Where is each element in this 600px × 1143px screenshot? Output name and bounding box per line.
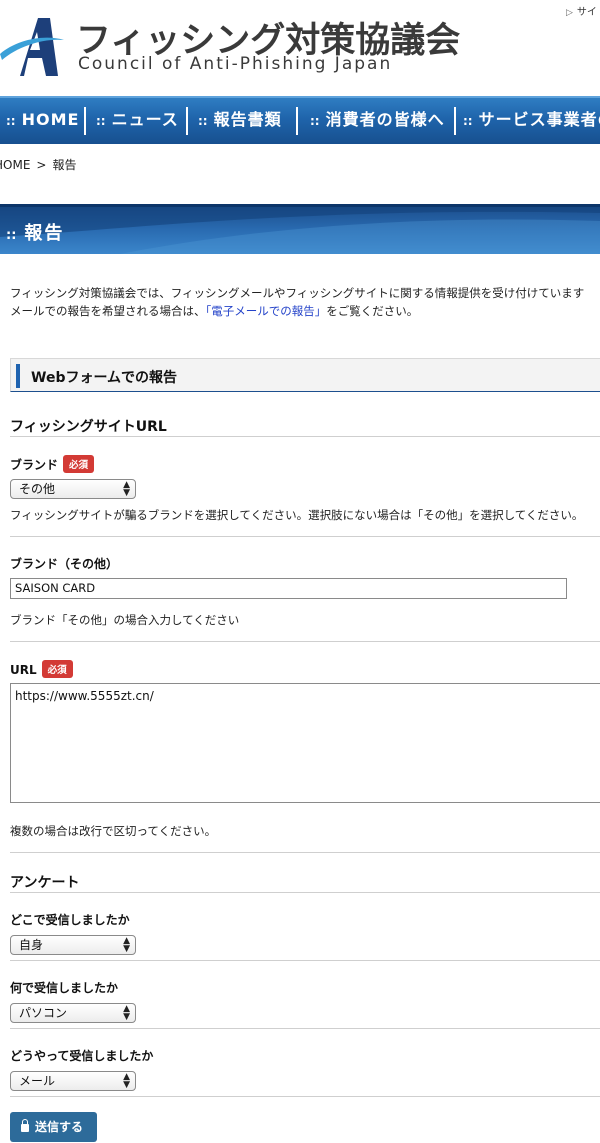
global-nav: :: HOME :: ニュース :: 報告書類 :: 消費者の皆様へ :: サービス事業者… [0,96,600,144]
url-label: URL 必須 [10,660,73,678]
nav-item-reports[interactable]: :: 報告書類 [198,98,282,144]
select-arrows-icon: ▲ ▼ [123,1004,130,1022]
nav-item-home[interactable]: :: HOME [6,98,79,144]
site-header: フィッシング対策協議会 Council of Anti-Phishing Jap… [0,0,600,96]
nav-item-label: 消費者の皆様へ [325,110,445,129]
nav-item-consumers[interactable]: :: 消費者の皆様へ [310,98,445,144]
where-received-select[interactable]: 自身 ▲ ▼ [10,935,136,955]
nav-divider [186,107,188,135]
how-received-select[interactable]: メール ▲ ▼ [10,1071,136,1091]
nav-item-label: 報告書類 [213,110,282,129]
brand-other-help: ブランド「その他」の場合入力してください [10,613,240,627]
nav-item-label: ニュース [111,110,179,129]
page-title-bar: :: 報告 [0,204,600,254]
lock-icon [21,1119,29,1132]
page-title: :: 報告 [6,219,64,245]
divider [10,1028,600,1029]
where-received-label: どこで受信しましたか [10,913,130,927]
how-received-label: どうやって受信しましたか [10,1049,154,1063]
brand-other-label: ブランド（その他） [10,557,119,571]
submit-button-label: 送信する [35,1120,84,1134]
email-report-link[interactable]: 「電子メールでの報告」 [206,304,327,318]
divider [10,536,600,537]
org-name-en[interactable]: Council of Anti-Phishing Japan [78,54,392,74]
brand-select-value: その他 [19,482,56,496]
divider [10,641,600,642]
url-label-text: URL [10,663,37,677]
triangle-right-icon: ▷ [566,8,573,18]
section-accent-bar [16,364,20,388]
brand-label: ブランド 必須 [10,455,95,473]
select-arrows-icon: ▲ ▼ [123,1072,130,1090]
survey-heading: アンケート [10,875,80,891]
divider [10,852,600,853]
where-received-value: 自身 [19,938,44,952]
required-badge: 必須 [63,455,95,473]
apc-a-logo-icon[interactable] [0,14,64,78]
intro-line-1: フィッシング対策協議会では、フィッシングメールやフィッシングサイトに関する情報提… [10,286,585,300]
title-bullet-icon: :: [6,228,17,243]
device-select-value: パソコン [19,1006,68,1020]
nav-item-providers[interactable]: ::サービス事業者の [463,98,600,144]
breadcrumb-current: 報告 [52,158,77,172]
nav-bullet-icon: :: [198,114,208,128]
brand-help: フィッシングサイトが騙るブランドを選択してください。選択肢にない場合は「その他」… [10,508,584,522]
intro-line-2: メールでの報告を希望される場合は、「電子メールでの報告」をご覧ください。 [10,302,600,320]
intro-text: フィッシング対策協議会では、フィッシングメールやフィッシングサイトに関する情報提… [10,284,600,320]
breadcrumb: HOME > 報告 [0,156,76,173]
brand-select[interactable]: その他 ▲ ▼ [10,479,136,499]
how-received-value: メール [19,1074,56,1088]
breadcrumb-home[interactable]: HOME [0,158,30,172]
page-title-label: 報告 [24,223,65,244]
nav-bullet-icon: :: [463,114,473,128]
nav-item-label: HOME [21,110,80,129]
divider [10,436,600,437]
nav-bullet-icon: :: [6,114,16,128]
phishing-site-heading: フィッシングサイトURL [10,419,167,435]
nav-bullet-icon: :: [96,114,106,128]
title-swoosh-decoration [0,207,600,254]
device-select[interactable]: パソコン ▲ ▼ [10,1003,136,1023]
breadcrumb-separator: > [36,158,47,172]
brand-other-input[interactable]: SAISON CARD [10,578,567,599]
required-badge: 必須 [41,660,73,678]
nav-bullet-icon: :: [310,114,320,128]
intro-line-2-prefix: メールでの報告を希望される場合は、 [10,304,206,318]
submit-button[interactable]: 送信する [10,1112,97,1142]
url-textarea[interactable]: https://www.5555zt.cn/ [10,683,600,803]
divider [10,892,600,893]
nav-item-news[interactable]: :: ニュース [96,98,179,144]
webform-section-header: Webフォームでの報告 [10,358,600,392]
nav-item-label: サービス事業者の [478,110,600,129]
top-utility-link[interactable]: ▷ サイ [566,3,597,18]
divider [10,960,600,961]
device-label: 何で受信しましたか [10,981,119,995]
select-arrows-icon: ▲ ▼ [123,936,130,954]
brand-label-text: ブランド [10,458,59,472]
top-utility-link-label: サイ [576,7,597,18]
nav-divider [454,107,456,135]
webform-section-title: Webフォームでの報告 [31,370,178,386]
divider [10,1096,600,1097]
intro-line-2-suffix: をご覧ください。 [326,304,419,318]
select-arrows-icon: ▲ ▼ [123,480,130,498]
url-help: 複数の場合は改行で区切ってください。 [10,824,217,838]
nav-divider [296,107,298,135]
nav-divider [84,107,86,135]
